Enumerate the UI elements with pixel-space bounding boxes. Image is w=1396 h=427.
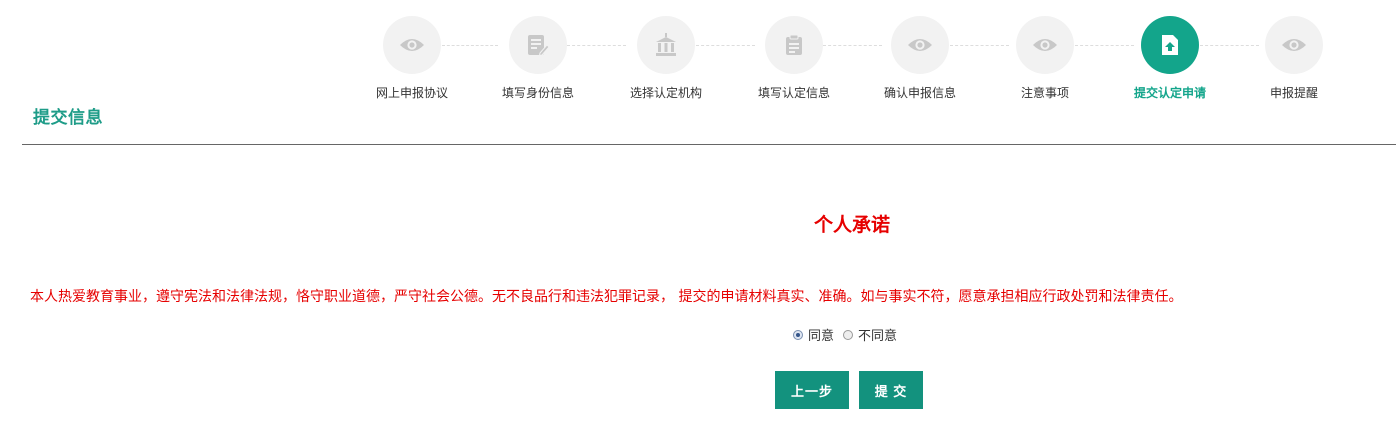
document-icon — [786, 34, 802, 55]
step-3-label: 选择认定机构 — [629, 86, 702, 100]
agree-label[interactable]: 同意 — [808, 325, 834, 344]
disagree-label[interactable]: 不同意 — [858, 325, 897, 344]
step-6-circle — [1016, 16, 1074, 74]
eye-icon — [1282, 39, 1306, 51]
step-2: 填写身份信息 — [478, 16, 598, 101]
step-4-label: 填写认定信息 — [757, 86, 830, 100]
step-1-label: 网上申报协议 — [375, 86, 448, 100]
step-4: 填写认定信息 — [734, 16, 854, 101]
step-2-circle — [509, 16, 567, 74]
step-1-circle — [383, 16, 441, 74]
step-4-circle — [765, 16, 823, 74]
step-2-label: 填写身份信息 — [501, 86, 574, 100]
step-5: 确认申报信息 — [860, 16, 980, 101]
institution-icon — [656, 33, 676, 56]
step-1: 网上申报协议 — [352, 16, 472, 101]
step-5-label: 确认申报信息 — [883, 86, 956, 100]
section-title: 提交信息 — [33, 108, 103, 128]
radio-dot — [796, 332, 800, 337]
step-3-circle — [637, 16, 695, 74]
divider — [22, 144, 1396, 145]
prev-step-button[interactable]: 上一步 — [775, 371, 849, 409]
step-3: 选择认定机构 — [606, 16, 726, 101]
step-8: 申报提醒 — [1234, 16, 1354, 101]
pledge-title: 个人承诺 — [813, 214, 890, 236]
step-8-circle — [1265, 16, 1323, 74]
edit-form-icon — [528, 35, 550, 57]
eye-icon — [1033, 39, 1057, 51]
step-7: 提交认定申请 — [1110, 16, 1230, 101]
step-7-label: 提交认定申请 — [1133, 86, 1206, 100]
upload-file-icon — [1162, 35, 1178, 55]
eye-icon — [908, 39, 932, 51]
agree-radio[interactable] — [793, 329, 803, 340]
disagree-radio[interactable] — [843, 329, 854, 340]
submit-button[interactable]: 提 交 — [859, 371, 923, 409]
step-5-circle — [891, 16, 949, 74]
pledge-text: 本人热爱教育事业，遵守宪法和法律法规，恪守职业道德，严守社会公德。无不良品行和违… — [30, 289, 1183, 305]
step-8-label: 申报提醒 — [1269, 86, 1318, 100]
step-6: 注意事项 — [985, 16, 1105, 101]
step-7-circle — [1141, 16, 1199, 74]
step-progress-bar: 网上申报协议 填写身份信息 选择认定机构 填写认定信息 确认申报信息 注意事项 … — [0, 0, 1396, 110]
step-6-label: 注意事项 — [1020, 86, 1069, 100]
eye-icon — [400, 39, 424, 51]
agreement-radio-group: 同意 不同意 — [793, 325, 906, 344]
